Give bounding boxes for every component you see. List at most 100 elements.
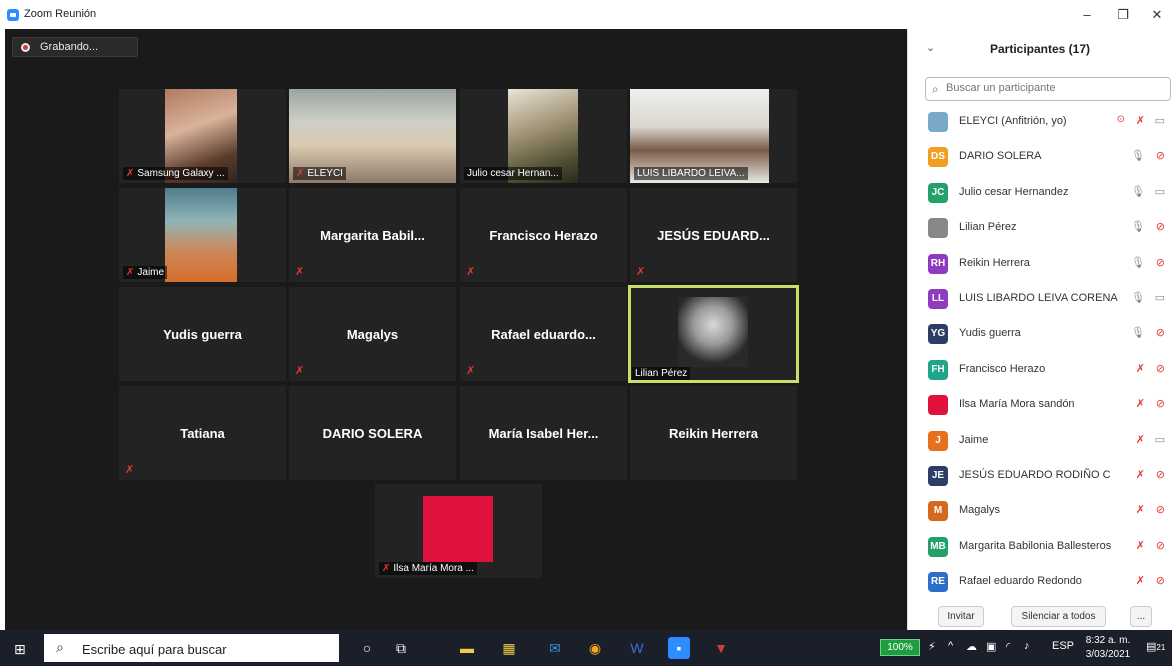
video-tile-luis[interactable]: LUIS LIBARDO LEIVA... — [630, 89, 797, 183]
participant-row[interactable]: Lilian Pérez 🎙 ⊘ — [908, 211, 1172, 246]
chrome-icon[interactable]: ◉ — [584, 637, 606, 659]
mic-muted-icon[interactable]: ✗ — [1136, 503, 1145, 516]
restore-icon[interactable]: ❐ — [1114, 6, 1132, 24]
tile-name: Magalys — [346, 327, 399, 342]
tile-name: Rafael eduardo... — [491, 327, 596, 342]
camera-off-icon[interactable]: ⊘ — [1156, 220, 1165, 233]
video-tile-eleyci[interactable]: ✗ ELEYCI — [289, 89, 456, 183]
mute-all-button[interactable]: Silenciar a todos — [1011, 606, 1106, 627]
battery-indicator[interactable]: 100% — [880, 639, 920, 656]
camera-icon[interactable]: ▭ — [1155, 433, 1165, 446]
zoom-taskbar-icon[interactable]: ▪ — [668, 637, 690, 659]
participant-row[interactable]: RH Reikin Herrera 🎙 ⊘ — [908, 247, 1172, 282]
mic-icon[interactable]: 🎙 — [1131, 256, 1145, 269]
mcafee-icon[interactable]: ▼ — [710, 637, 732, 659]
camera-off-icon[interactable]: ⊘ — [1156, 468, 1165, 481]
video-tile-reikin[interactable]: Reikin Herrera — [630, 386, 797, 480]
camera-icon[interactable]: ▭ — [1155, 114, 1165, 127]
mic-muted-icon[interactable]: ✗ — [1136, 397, 1145, 410]
mic-muted-icon: ✗ — [125, 464, 135, 476]
camera-off-icon[interactable]: ⊘ — [1156, 149, 1165, 162]
video-tile-rafael[interactable]: Rafael eduardo... ✗ — [460, 287, 627, 381]
video-tile-magalys[interactable]: Magalys ✗ — [289, 287, 456, 381]
video-tile-tatiana[interactable]: Tatiana ✗ — [119, 386, 286, 480]
video-tile-lilian-active[interactable]: Lilian Pérez — [628, 285, 799, 383]
power-icon[interactable]: ⚡ — [928, 640, 936, 653]
file-explorer-icon[interactable]: ▬ — [456, 637, 478, 659]
mic-icon[interactable]: 🎙 — [1131, 291, 1145, 304]
tray-expand-icon[interactable]: ^ — [948, 640, 953, 652]
more-button[interactable]: ... — [1130, 606, 1152, 627]
store-icon[interactable]: ▦ — [498, 637, 520, 659]
tile-name: DARIO SOLERA — [322, 426, 423, 441]
participant-video — [165, 188, 237, 282]
participant-row[interactable]: JC Julio cesar Hernandez 🎙 ▭ — [908, 176, 1172, 211]
mic-muted-icon[interactable]: ✗ — [1136, 362, 1145, 375]
camera-off-icon[interactable]: ⊘ — [1156, 397, 1165, 410]
close-icon[interactable]: ✕ — [1148, 6, 1166, 24]
recording-indicator[interactable]: Grabando... — [12, 37, 138, 57]
mic-icon[interactable]: 🎙 — [1131, 326, 1145, 339]
video-tile-yudis[interactable]: Yudis guerra — [119, 287, 286, 381]
participant-row[interactable]: ELEYCI (Anfitrión, yo) ✗ ▭ ⊙ — [908, 105, 1172, 140]
mic-icon[interactable]: 🎙 — [1131, 185, 1145, 198]
minimize-icon[interactable]: – — [1078, 6, 1096, 24]
participant-row[interactable]: FH Francisco Herazo ✗ ⊘ — [908, 353, 1172, 388]
wifi-icon[interactable]: ◜ — [1006, 640, 1010, 653]
mic-muted-icon[interactable]: ✗ — [1136, 114, 1145, 127]
video-tile-francisco[interactable]: Francisco Herazo ✗ — [460, 188, 627, 282]
invite-button[interactable]: Invitar — [938, 606, 984, 627]
camera-icon[interactable]: ▭ — [1155, 291, 1165, 304]
participant-row[interactable]: Ilsa María Mora sandón ✗ ⊘ — [908, 388, 1172, 423]
participant-row[interactable]: M Magalys ✗ ⊘ — [908, 494, 1172, 529]
camera-off-icon[interactable]: ⊘ — [1156, 326, 1165, 339]
mic-muted-icon[interactable]: ✗ — [1136, 468, 1145, 481]
tile-name: ✗ Jaime — [123, 266, 168, 279]
camera-off-icon[interactable]: ⊘ — [1156, 362, 1165, 375]
taskbar: ⊞ ⌕ Escribe aquí para buscar ○ ⧉ ▬ ▦ ✉ ◉… — [0, 630, 1172, 666]
video-tile-margarita[interactable]: Margarita Babil... ✗ — [289, 188, 456, 282]
mic-icon[interactable]: 🎙 — [1131, 220, 1145, 233]
onedrive-icon[interactable]: ☁ — [966, 640, 977, 653]
camera-off-icon[interactable]: ⊘ — [1156, 503, 1165, 516]
avatar: FH — [928, 359, 948, 380]
participant-row[interactable]: DS DARIO SOLERA 🎙 ⊘ — [908, 140, 1172, 175]
volume-icon[interactable]: ♪ — [1024, 640, 1030, 652]
participant-row[interactable]: JE JESÚS EDUARDO RODIÑO C ✗ ⊘ — [908, 459, 1172, 494]
mic-muted-icon[interactable]: ✗ — [1136, 539, 1145, 552]
cortana-icon[interactable]: ○ — [356, 637, 378, 659]
mic-muted-icon[interactable]: ✗ — [1136, 433, 1145, 446]
video-tile-jesus[interactable]: JESÚS EDUARD... ✗ — [630, 188, 797, 282]
participant-row[interactable]: LL LUIS LIBARDO LEIVA CORENA 🎙 ▭ — [908, 282, 1172, 317]
participant-name: Julio cesar Hernandez — [959, 185, 1069, 198]
camera-icon[interactable]: ▭ — [1155, 185, 1165, 198]
camera-off-icon[interactable]: ⊘ — [1156, 574, 1165, 587]
language-indicator[interactable]: ESP — [1052, 640, 1074, 652]
participant-row[interactable]: RE Rafael eduardo Redondo ✗ ⊘ — [908, 565, 1172, 600]
recording-icon: ⊙ — [1116, 114, 1125, 125]
participant-row[interactable]: J Jaime ✗ ▭ — [908, 424, 1172, 459]
mic-icon[interactable]: 🎙 — [1131, 149, 1145, 162]
camera-off-icon[interactable]: ⊘ — [1156, 539, 1165, 552]
video-tile-maria-isabel[interactable]: María Isabel Her... — [460, 386, 627, 480]
participant-search-input[interactable] — [946, 82, 1156, 94]
participant-search[interactable]: ⌕ — [925, 77, 1171, 101]
mail-icon[interactable]: ✉ — [544, 637, 566, 659]
taskbar-search[interactable]: ⌕ Escribe aquí para buscar — [44, 634, 339, 662]
video-tile-samsung[interactable]: ✗ Samsung Galaxy ... — [119, 89, 286, 183]
participant-row[interactable]: MB Margarita Babilonia Ballesteros ✗ ⊘ — [908, 530, 1172, 565]
clock[interactable]: 8:32 a. m. 3/03/2021 — [1083, 634, 1133, 662]
windows-start-icon[interactable]: ⊞ — [14, 641, 26, 658]
mic-muted-icon[interactable]: ✗ — [1136, 574, 1145, 587]
video-tile-julio[interactable]: Julio cesar Hernan... — [460, 89, 627, 183]
network-icon[interactable]: ▣ — [986, 640, 996, 653]
notification-icon[interactable]: ▤21 — [1146, 640, 1165, 653]
mic-muted-icon: ✗ — [126, 168, 135, 179]
video-tile-dario[interactable]: DARIO SOLERA — [289, 386, 456, 480]
video-tile-jaime[interactable]: ✗ Jaime — [119, 188, 286, 282]
task-view-icon[interactable]: ⧉ — [390, 637, 412, 659]
camera-off-icon[interactable]: ⊘ — [1156, 256, 1165, 269]
participant-row[interactable]: YG Yudis guerra 🎙 ⊘ — [908, 317, 1172, 352]
video-tile-ilsa[interactable]: ✗ Ilsa María Mora ... — [375, 484, 542, 578]
word-icon[interactable]: W — [626, 637, 648, 659]
